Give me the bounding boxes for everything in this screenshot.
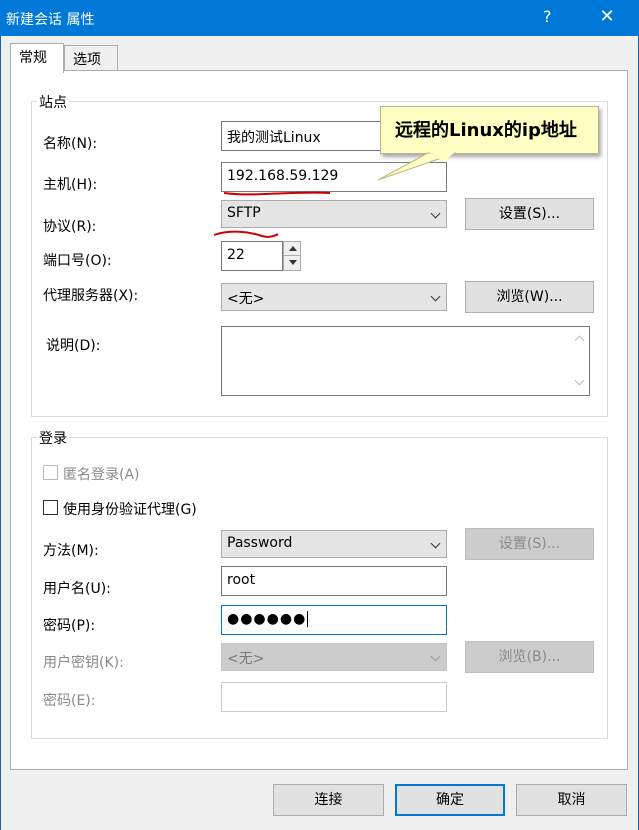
port-input[interactable]: 22 [221, 241, 283, 271]
description-scrollbar[interactable] [572, 327, 589, 395]
proxy-label: 代理服务器(X): [43, 288, 139, 304]
method-label: 方法(M): [43, 543, 99, 559]
annotation-callout-text: 远程的Linux的ip地址 [395, 120, 577, 141]
anonymous-checkbox[interactable] [43, 465, 58, 480]
title-bar: 新建会话 属性 ? ✕ [0, 0, 639, 36]
protocol-label: 协议(R): [43, 219, 97, 235]
arrow-up-icon [289, 246, 297, 251]
ok-button[interactable]: 确定 [395, 784, 505, 816]
anonymous-label: 匿名登录(A) [63, 467, 140, 483]
protocol-value: SFTP [227, 205, 261, 221]
cancel-button[interactable]: 取消 [516, 784, 627, 816]
port-increment-button[interactable] [284, 242, 300, 256]
text-cursor [307, 611, 309, 627]
chevron-down-icon [430, 208, 441, 219]
scroll-up-icon[interactable] [574, 335, 585, 346]
auth-agent-checkbox[interactable] [43, 500, 58, 515]
user-key-value: <无> [227, 651, 265, 667]
method-select[interactable]: Password [221, 530, 447, 558]
scroll-down-icon[interactable] [574, 375, 585, 386]
site-group-label: 站点 [37, 92, 69, 112]
username-input[interactable]: root [221, 566, 447, 596]
method-settings-button[interactable]: 设置(S)... [465, 528, 594, 560]
user-key-label: 用户密钥(K): [43, 655, 124, 671]
chevron-down-icon [430, 538, 441, 549]
annotation-callout: 远程的Linux的ip地址 [380, 106, 599, 154]
port-label: 端口号(O): [43, 253, 112, 269]
password-label: 密码(P): [43, 618, 96, 634]
proxy-browse-button[interactable]: 浏览(W)... [465, 281, 594, 313]
user-key-browse-button[interactable]: 浏览(B)... [465, 641, 594, 673]
protocol-settings-button[interactable]: 设置(S)... [465, 198, 594, 230]
proxy-select[interactable]: <无> [221, 283, 447, 311]
close-icon[interactable]: ✕ [594, 3, 620, 31]
tab-options[interactable]: 选项 [64, 45, 118, 71]
proxy-value: <无> [227, 291, 265, 307]
window-title: 新建会话 属性 [6, 12, 95, 28]
username-label: 用户名(U): [43, 581, 111, 597]
port-decrement-button[interactable] [284, 256, 300, 270]
description-textarea[interactable] [221, 326, 590, 396]
port-stepper[interactable] [283, 241, 301, 271]
chevron-down-icon [430, 651, 441, 662]
help-icon[interactable]: ? [543, 7, 552, 26]
protocol-select[interactable]: SFTP [221, 200, 447, 228]
method-value: Password [227, 535, 293, 551]
chevron-down-icon [430, 291, 441, 302]
user-key-select[interactable]: <无> [221, 643, 447, 671]
passphrase-input[interactable] [221, 682, 447, 712]
password-value: ●●●●●● [227, 611, 307, 627]
passphrase-label: 密码(E): [43, 693, 96, 709]
name-label: 名称(N): [43, 136, 98, 152]
arrow-down-icon [289, 260, 297, 265]
connect-button[interactable]: 连接 [273, 784, 384, 816]
description-label: 说明(D): [46, 338, 101, 354]
auth-agent-label: 使用身份验证代理(G) [63, 502, 197, 518]
password-input[interactable]: ●●●●●● [221, 605, 447, 635]
login-group-label: 登录 [37, 428, 69, 448]
host-input[interactable]: 192.168.59.129 [221, 162, 447, 192]
tab-general[interactable]: 常规 [10, 43, 64, 73]
host-label: 主机(H): [43, 177, 98, 193]
